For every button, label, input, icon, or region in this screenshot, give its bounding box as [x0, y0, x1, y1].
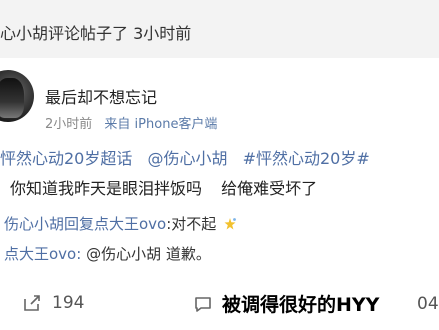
- comment-item[interactable]: 点大王ovo: @伤心小胡 道歉。: [4, 243, 211, 264]
- post-source: 来自 iPhone客户端: [104, 117, 218, 132]
- notification-bar[interactable]: 心小胡评论帖子了 3小时前: [0, 0, 439, 58]
- tag-mention[interactable]: @伤心小胡: [147, 149, 227, 168]
- post-username[interactable]: 最后却不想忘记: [45, 84, 157, 108]
- comment-icon: [195, 297, 211, 312]
- like-count-partial: 04: [417, 294, 439, 314]
- comment-item[interactable]: 伤心小胡回复点大王ovo:对不起: [4, 213, 237, 234]
- tag-supertopic[interactable]: 怦然心动20岁超话: [0, 149, 132, 168]
- post-content-line-2: 给俺难受坏了: [221, 179, 318, 198]
- post-meta: 2小时前 来自 iPhone客户端: [45, 113, 217, 132]
- avatar-figure: [0, 78, 24, 118]
- watermark-text: 被调得很好的HYY: [222, 294, 380, 316]
- share-count: 194: [52, 293, 85, 313]
- share-icon: [24, 295, 40, 311]
- comment-text: :对不起: [166, 215, 217, 233]
- comment-button[interactable]: [193, 294, 213, 318]
- tag-hashtag[interactable]: #怦然心动20岁#: [243, 149, 370, 168]
- share-button[interactable]: 194: [22, 293, 84, 313]
- post-time: 2小时前: [45, 117, 93, 132]
- notification-text: 心小胡评论帖子了 3小时前: [0, 24, 192, 43]
- post-content-line-1: 你知道我昨天是眼泪拌饭吗: [10, 179, 203, 198]
- comment-text: @伤心小胡 道歉。: [86, 245, 211, 263]
- comment-author[interactable]: 点大王ovo:: [4, 245, 81, 263]
- post-content: 你知道我昨天是眼泪拌饭吗 给俺难受坏了: [10, 175, 331, 199]
- sparkle-emoji-icon: [224, 218, 236, 230]
- comment-author[interactable]: 伤心小胡回复点大王ovo: [4, 215, 166, 233]
- post-tags: 怦然心动20岁超话 @伤心小胡 #怦然心动20岁#: [0, 145, 439, 169]
